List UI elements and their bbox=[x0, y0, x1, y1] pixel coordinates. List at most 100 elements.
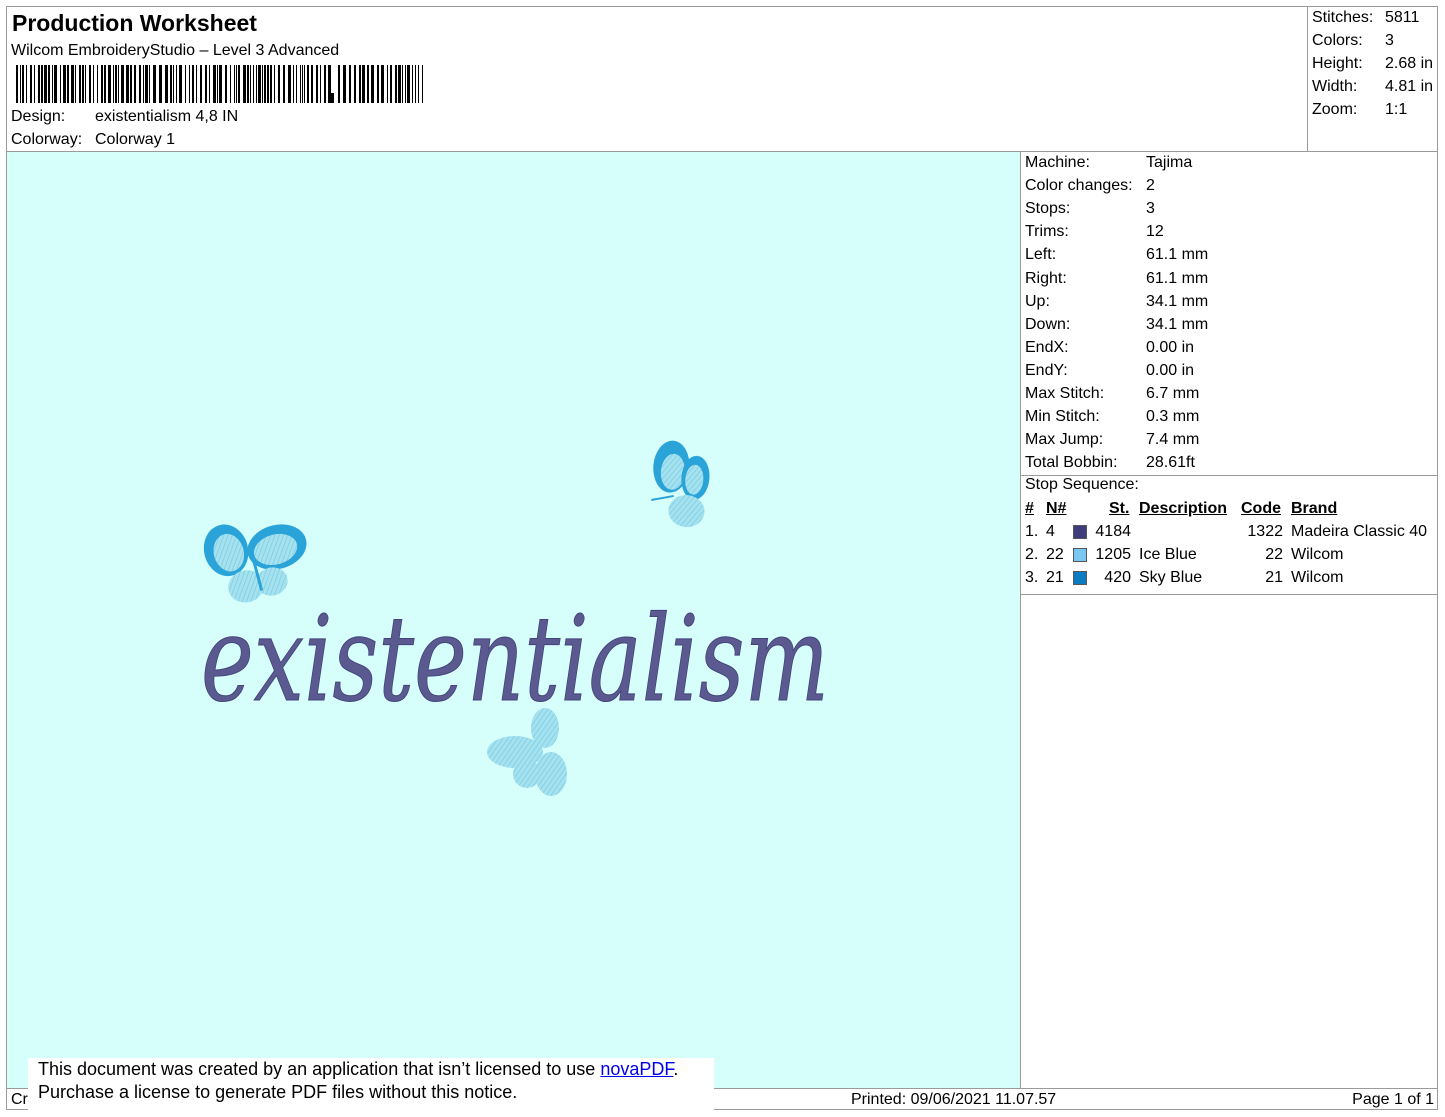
machine-info-row: Min Stitch: 0.3 mm bbox=[1025, 408, 1199, 426]
page-number: Page 1 of 1 bbox=[1352, 1091, 1434, 1108]
barcode-bar bbox=[250, 65, 251, 103]
sequence-desc: Ice Blue bbox=[1139, 546, 1197, 563]
machine-info-row: Right: 61.1 mm bbox=[1025, 270, 1208, 288]
machine-info-row: Up: 34.1 mm bbox=[1025, 293, 1208, 311]
barcode-bar bbox=[320, 65, 321, 103]
barcode-bar bbox=[16, 65, 18, 103]
info-value: 0.3 mm bbox=[1146, 408, 1200, 426]
barcode-bar bbox=[343, 65, 346, 103]
barcode-bar bbox=[130, 65, 132, 103]
barcode-bar bbox=[362, 65, 365, 103]
barcode-bar bbox=[104, 65, 106, 103]
barcode-bar bbox=[67, 65, 69, 103]
col-header-st: St. bbox=[1109, 500, 1130, 517]
notice-line-1: This document was created by an applicat… bbox=[38, 1058, 714, 1081]
barcode-bar bbox=[48, 65, 50, 103]
barcode-bar bbox=[302, 65, 303, 103]
barcode-bar bbox=[256, 65, 257, 103]
barcode-bar bbox=[44, 65, 47, 103]
barcode-bar bbox=[377, 65, 379, 103]
barcode-bar bbox=[381, 65, 384, 103]
info-label: Stops: bbox=[1025, 200, 1071, 218]
info-label: Down: bbox=[1025, 315, 1071, 333]
embroidery-design: existentialism bbox=[201, 440, 830, 796]
barcode-bar bbox=[225, 65, 227, 103]
barcode-bar bbox=[349, 65, 351, 103]
summary-stats: Stitches: 5811 Colors: 3 Height: 2.68 in Wi… bbox=[1307, 7, 1438, 152]
barcode-bar bbox=[387, 65, 388, 103]
stat-value: 3 bbox=[1385, 32, 1394, 49]
barcode-bar bbox=[354, 65, 356, 103]
sequence-st: 4184 bbox=[1095, 523, 1131, 540]
colorway-value: Colorway 1 bbox=[95, 131, 176, 148]
barcode-bar bbox=[422, 65, 423, 103]
sequence-st: 1205 bbox=[1095, 546, 1131, 563]
barcode-bar bbox=[176, 65, 177, 103]
barcode-bar bbox=[63, 65, 66, 103]
barcode-bar bbox=[258, 65, 261, 103]
barcode-bar bbox=[270, 65, 272, 103]
barcode-bar bbox=[367, 65, 369, 103]
barcode-bar bbox=[407, 65, 410, 103]
stat-label: Colors: bbox=[1312, 32, 1363, 49]
barcode-bar bbox=[402, 65, 403, 103]
barcode-bar bbox=[115, 65, 117, 103]
barcode-bar bbox=[179, 65, 182, 103]
page-title: Production Worksheet bbox=[12, 10, 257, 36]
barcode-bar bbox=[217, 65, 218, 103]
barcode-bar bbox=[304, 65, 305, 103]
info-value: Tajima bbox=[1146, 154, 1193, 171]
design-text: existentialism bbox=[201, 590, 829, 728]
barcode-bar bbox=[296, 65, 297, 103]
machine-info-row: Max Jump: 7.4 mm bbox=[1025, 431, 1199, 449]
sequence-num: 1. bbox=[1025, 523, 1039, 540]
barcode-bar bbox=[159, 65, 162, 103]
stat-label: Width: bbox=[1312, 78, 1358, 95]
info-value: 0.00 in bbox=[1146, 338, 1195, 356]
info-label: Left: bbox=[1025, 246, 1057, 264]
info-label: Total Bobbin: bbox=[1025, 454, 1118, 472]
machine-info-row: Left: 61.1 mm bbox=[1025, 246, 1208, 264]
stat-height: Height: 2.68 in bbox=[1312, 55, 1433, 73]
barcode bbox=[16, 65, 423, 103]
barcode-bar bbox=[371, 65, 374, 103]
barcode-bar bbox=[121, 65, 124, 103]
barcode-bar bbox=[101, 65, 103, 103]
info-label: Machine: bbox=[1025, 154, 1090, 171]
barcode-bar bbox=[253, 65, 254, 103]
barcode-bar bbox=[398, 65, 401, 103]
stop-sequence-title: Stop Sequence: bbox=[1025, 476, 1139, 493]
machine-info-row: Down: 34.1 mm bbox=[1025, 316, 1208, 334]
stat-zoom: Zoom: 1:1 bbox=[1312, 101, 1407, 119]
info-label: EndX: bbox=[1025, 338, 1069, 356]
barcode-bar bbox=[300, 65, 301, 103]
barcode-bar bbox=[205, 65, 207, 103]
divider bbox=[1021, 594, 1438, 595]
barcode-bar bbox=[79, 65, 81, 103]
sequence-num: 3. bbox=[1025, 569, 1039, 586]
worksheet-frame: Production Worksheet Wilcom EmbroiderySt… bbox=[6, 6, 1438, 1110]
info-value: 0.00 in bbox=[1146, 361, 1195, 379]
stat-colors: Colors: 3 bbox=[1312, 32, 1394, 50]
barcode-bar bbox=[274, 65, 275, 103]
barcode-bar bbox=[85, 65, 86, 103]
barcode-bar bbox=[359, 65, 361, 103]
machine-info-row: Total Bobbin: 28.61ft bbox=[1025, 454, 1195, 472]
barcode-bar bbox=[278, 65, 280, 103]
barcode-bar bbox=[338, 65, 340, 103]
barcode-bar bbox=[415, 65, 416, 103]
barcode-bar bbox=[213, 65, 216, 103]
info-value: 61.1 mm bbox=[1146, 246, 1209, 264]
stat-width: Width: 4.81 in bbox=[1312, 78, 1433, 96]
barcode-bar bbox=[165, 65, 168, 103]
barcode-bar bbox=[324, 65, 326, 103]
novapdf-link[interactable]: novaPDF bbox=[600, 1059, 673, 1079]
sequence-brand: Wilcom bbox=[1291, 569, 1344, 586]
sequence-brand: Madeira Classic 40 bbox=[1291, 523, 1428, 540]
info-label: Up: bbox=[1025, 292, 1050, 310]
info-value: 34.1 mm bbox=[1146, 292, 1209, 310]
software-name: Wilcom EmbroideryStudio – Level 3 Advanc… bbox=[11, 42, 340, 59]
col-header-code: Code bbox=[1241, 500, 1281, 517]
barcode-bar bbox=[405, 65, 406, 103]
barcode-bar bbox=[54, 65, 57, 103]
